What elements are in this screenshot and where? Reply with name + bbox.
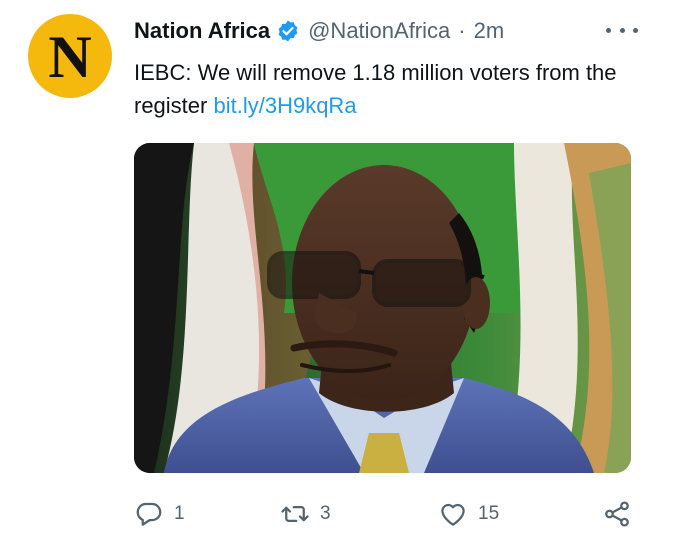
reply-button[interactable]: 1 [134, 494, 185, 534]
like-button[interactable]: 15 [438, 494, 499, 534]
avatar[interactable]: N [28, 14, 112, 98]
heart-icon [441, 503, 465, 526]
retweet-button[interactable]: 3 [280, 494, 331, 534]
retweet-count: 3 [320, 503, 331, 524]
photo-illustration [134, 143, 631, 473]
share-icon [605, 501, 629, 527]
separator-dot: · [458, 18, 466, 43]
more-dot [606, 27, 611, 33]
action-bar: 1 3 15 [134, 494, 634, 534]
verified-badge-icon [278, 20, 298, 42]
tweet[interactable]: N Nation Africa @NationAfrica · 2m IEBC:… [0, 0, 684, 547]
more-dots-icon[interactable] [606, 22, 638, 38]
tweet-text: IEBC: We will remove 1.18 million voters… [134, 56, 644, 122]
avatar-logo-letter: N [48, 24, 92, 90]
display-name[interactable]: Nation Africa [134, 18, 270, 44]
like-count: 15 [478, 503, 500, 524]
tweet-text-body: IEBC: We will remove 1.18 million voters… [134, 60, 617, 118]
more-dot [633, 27, 638, 33]
handle[interactable]: @NationAfrica [308, 18, 450, 44]
tweet-header: Nation Africa @NationAfrica · 2m [134, 14, 504, 48]
tweet-photo[interactable] [134, 143, 631, 473]
retweet-icon [281, 506, 309, 522]
tweet-link[interactable]: bit.ly/3H9kqRa [213, 93, 356, 118]
reply-count: 1 [174, 503, 185, 524]
reply-icon [136, 502, 162, 526]
share-button[interactable] [602, 494, 632, 534]
more-dot [619, 27, 625, 33]
timestamp[interactable]: 2m [474, 18, 505, 44]
